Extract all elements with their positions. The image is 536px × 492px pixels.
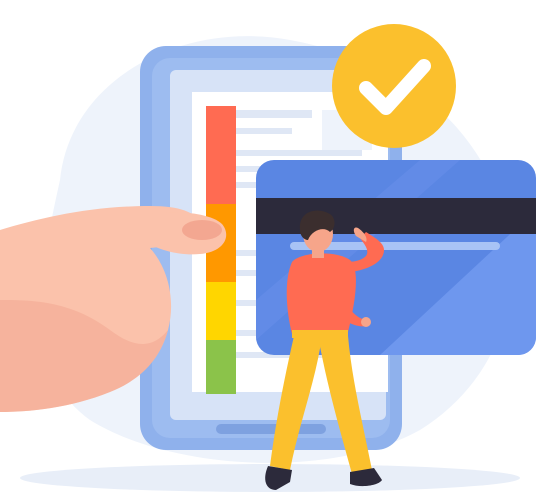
badge-circle (332, 24, 456, 148)
phone-home-bar (216, 424, 326, 434)
person-lower-hand (361, 317, 371, 327)
meter-red (206, 106, 236, 204)
meter-yellow (206, 282, 236, 340)
checkmark-badge-icon (332, 24, 456, 148)
thumbnail (182, 220, 222, 240)
person-shirt (286, 253, 356, 334)
payment-illustration (0, 24, 536, 492)
card-magnetic-stripe (256, 198, 536, 234)
illustration-canvas (0, 0, 536, 492)
meter-green (206, 340, 236, 394)
